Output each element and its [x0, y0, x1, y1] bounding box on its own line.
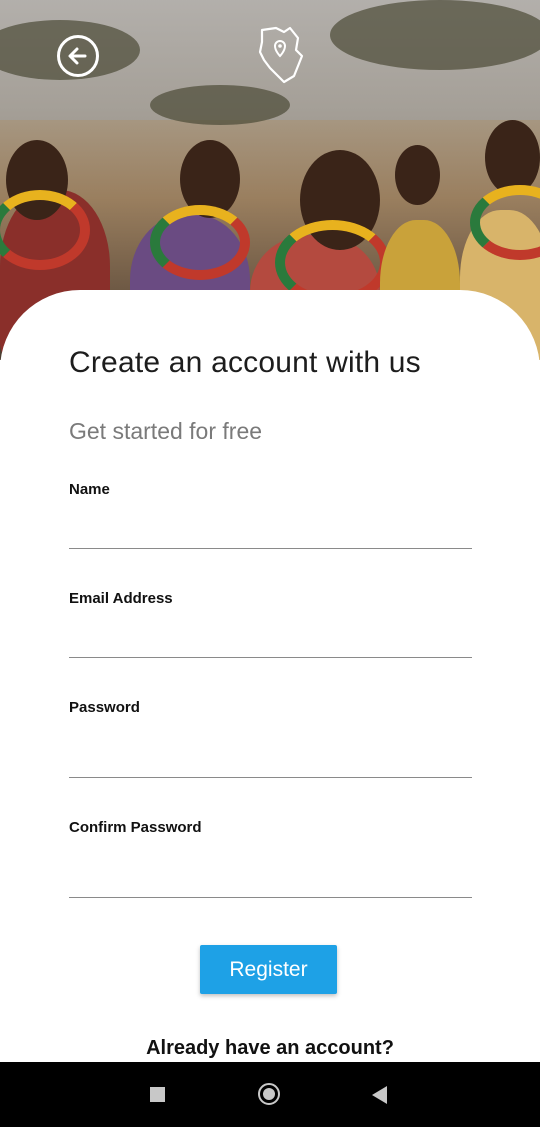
password-label: Password: [69, 699, 140, 716]
system-nav-bar: [0, 1062, 540, 1127]
confirm-password-field[interactable]: [69, 861, 472, 898]
name-field[interactable]: [69, 512, 472, 549]
person-head: [485, 120, 540, 195]
arrow-left-circle-icon: [68, 47, 87, 65]
recents-square-icon[interactable]: [150, 1087, 165, 1102]
tree-canopy: [150, 85, 290, 125]
home-circle-icon[interactable]: [258, 1083, 280, 1105]
register-button[interactable]: Register: [200, 945, 337, 994]
kenya-map-pin-icon: [258, 26, 304, 84]
back-triangle-icon[interactable]: [372, 1086, 387, 1104]
beaded-collar: [150, 205, 250, 280]
page-subtitle: Get started for free: [69, 418, 263, 444]
password-field[interactable]: [69, 741, 472, 778]
email-label: Email Address: [69, 590, 173, 607]
tree-canopy: [330, 0, 540, 70]
person-head: [395, 145, 440, 205]
page-title: Create an account with us: [69, 346, 421, 379]
back-button[interactable]: [57, 35, 99, 77]
login-link[interactable]: Already have an account?: [0, 1037, 540, 1060]
confirm-password-label: Confirm Password: [69, 819, 202, 836]
email-field[interactable]: [69, 621, 472, 658]
name-label: Name: [69, 481, 110, 498]
